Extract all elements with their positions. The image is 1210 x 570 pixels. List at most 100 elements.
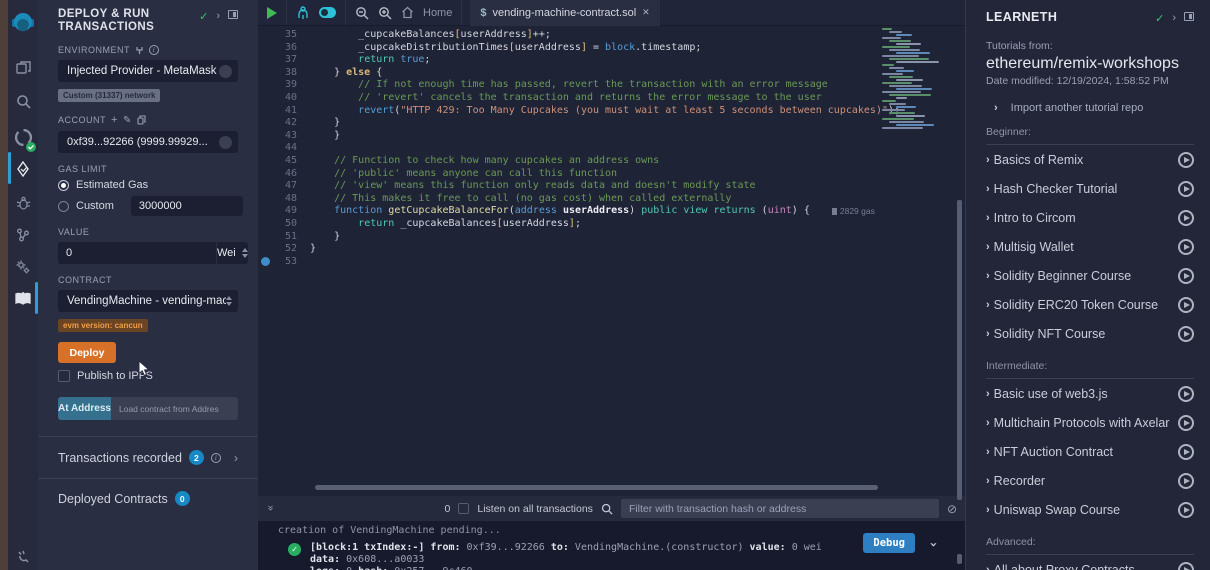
code-line[interactable]: 36 _cupcakeDistributionTimes[userAddress… xyxy=(258,42,965,55)
custom-gas-input[interactable] xyxy=(131,196,243,216)
line-number[interactable]: 53 xyxy=(258,256,310,269)
code-line[interactable]: 46 // 'public' means anyone can call thi… xyxy=(258,168,965,181)
play-tutorial-button[interactable] xyxy=(1178,239,1194,255)
line-number[interactable]: 36 xyxy=(258,42,310,55)
scrollbar-thumb[interactable] xyxy=(957,554,962,564)
play-tutorial-button[interactable] xyxy=(1178,386,1194,402)
walkthrough-icon[interactable] xyxy=(296,6,310,20)
publish-checkbox[interactable] xyxy=(58,370,70,382)
play-tutorial-button[interactable] xyxy=(1178,415,1194,431)
source-control-icon[interactable] xyxy=(8,222,38,248)
file-explorer-icon[interactable] xyxy=(8,54,38,80)
account-select[interactable]: 0xf39...92266 (9999.99929... xyxy=(58,131,238,153)
close-tab-icon[interactable]: ✕ xyxy=(642,7,650,18)
add-account-icon[interactable]: + xyxy=(111,114,118,126)
line-number[interactable]: 45 xyxy=(258,155,310,168)
tutorial-title[interactable]: Basics of Remix xyxy=(994,153,1084,167)
play-tutorial-button[interactable] xyxy=(1178,152,1194,168)
play-tutorial-button[interactable] xyxy=(1178,297,1194,313)
tutorial-item[interactable]: ›Multisig Wallet xyxy=(986,232,1194,261)
tutorial-item[interactable]: ›Uniswap Swap Course xyxy=(986,495,1194,524)
tutorial-item[interactable]: ›Hash Checker Tutorial xyxy=(986,174,1194,203)
tutorial-item[interactable]: ›NFT Auction Contract xyxy=(986,437,1194,466)
tutorial-title[interactable]: All about Proxy Contracts xyxy=(994,563,1135,570)
code-line[interactable]: 37 return true; xyxy=(258,54,965,67)
tutorial-title[interactable]: Recorder xyxy=(994,474,1045,488)
line-number[interactable]: 35 xyxy=(258,29,310,42)
line-number[interactable]: 42 xyxy=(258,117,310,130)
code-line[interactable]: 52} xyxy=(258,243,965,256)
tx-expand-icon[interactable]: › xyxy=(926,541,941,549)
code-line[interactable]: 53 xyxy=(258,256,965,269)
tutorial-title[interactable]: Intro to Circom xyxy=(994,211,1076,225)
code-line[interactable]: 50 return _cupcakeBalances[userAddress]; xyxy=(258,218,965,231)
value-unit-select[interactable]: Wei xyxy=(216,242,248,264)
line-number[interactable]: 48 xyxy=(258,193,310,206)
learneth-pin-icon[interactable] xyxy=(1184,12,1194,21)
code-line[interactable]: 40 // 'revert' cancels the transaction a… xyxy=(258,92,965,105)
tutorial-item[interactable]: ›Solidity Beginner Course xyxy=(986,261,1194,290)
code-line[interactable]: 48 // This makes it free to call (no gas… xyxy=(258,193,965,206)
code-line[interactable]: 38 } else { xyxy=(258,67,965,80)
toggle-icon[interactable] xyxy=(319,7,336,18)
environment-info-icon[interactable]: i xyxy=(149,45,159,55)
at-address-input[interactable] xyxy=(111,397,238,420)
value-input[interactable] xyxy=(58,242,216,264)
settings-icon[interactable] xyxy=(8,254,38,280)
learneth-collapse-icon[interactable]: › xyxy=(1172,12,1176,24)
clear-console-icon[interactable]: ⊘ xyxy=(947,502,957,516)
search-icon[interactable] xyxy=(8,88,38,114)
tutorial-title[interactable]: Multisig Wallet xyxy=(994,240,1074,254)
tutorial-item[interactable]: ›Recorder xyxy=(986,466,1194,495)
play-tutorial-button[interactable] xyxy=(1178,502,1194,518)
code-line[interactable]: 41 revert("HTTP 429: Too Many Cupcakes (… xyxy=(258,105,965,118)
estimated-gas-option[interactable]: Estimated Gas xyxy=(58,179,238,191)
transactions-recorded-row[interactable]: Transactions recorded 2 i › xyxy=(38,436,258,479)
code-line[interactable]: 42 } xyxy=(258,117,965,130)
play-tutorial-button[interactable] xyxy=(1178,562,1194,570)
line-number[interactable]: 47 xyxy=(258,180,310,193)
environment-select[interactable]: Injected Provider - MetaMask xyxy=(58,60,238,82)
deployed-contracts-row[interactable]: Deployed Contracts 0 xyxy=(38,479,258,518)
line-number[interactable]: 41 xyxy=(258,105,310,118)
plugin-manager-icon[interactable] xyxy=(8,544,38,570)
copy-account-icon[interactable] xyxy=(137,115,146,125)
run-script-icon[interactable] xyxy=(267,7,277,19)
expand-terminal-icon[interactable]: « xyxy=(265,506,276,511)
tutorial-title[interactable]: Uniswap Swap Course xyxy=(994,503,1120,517)
debug-button[interactable]: Debug xyxy=(863,533,915,553)
custom-gas-option[interactable]: Custom xyxy=(58,196,238,216)
code-line[interactable]: 49 function getCupcakeBalanceFor(address… xyxy=(258,205,965,218)
tutorial-item[interactable]: ›Multichain Protocols with Axelar xyxy=(986,408,1194,437)
line-number[interactable]: 39 xyxy=(258,79,310,92)
import-tutorial-repo[interactable]: › Import another tutorial repo xyxy=(994,102,1194,114)
tutorial-title[interactable]: Hash Checker Tutorial xyxy=(994,182,1118,196)
home-icon[interactable] xyxy=(401,6,414,19)
tutorial-item[interactable]: ›Solidity ERC20 Token Course xyxy=(986,290,1194,319)
tutorial-title[interactable]: Multichain Protocols with Axelar xyxy=(994,416,1170,430)
line-number[interactable]: 43 xyxy=(258,130,310,143)
zoom-out-icon[interactable] xyxy=(355,6,369,20)
tutorial-title[interactable]: Solidity Beginner Course xyxy=(994,269,1132,283)
at-address-button[interactable]: At Address xyxy=(58,397,111,420)
debugger-icon[interactable] xyxy=(8,190,38,216)
line-number[interactable]: 51 xyxy=(258,231,310,244)
learneth-book-icon[interactable] xyxy=(8,286,38,312)
line-number[interactable]: 52 xyxy=(258,243,310,256)
home-tab-label[interactable]: Home xyxy=(423,7,452,19)
code-line[interactable]: 43 } xyxy=(258,130,965,143)
listen-checkbox[interactable] xyxy=(458,503,469,514)
editor-minimap[interactable] xyxy=(882,28,935,130)
tutorial-item[interactable]: ›Intro to Circom xyxy=(986,203,1194,232)
code-line[interactable]: 44 xyxy=(258,142,965,155)
solidity-compiler-icon[interactable] xyxy=(8,122,38,152)
breakpoint-icon[interactable] xyxy=(261,257,270,266)
tutorial-title[interactable]: NFT Auction Contract xyxy=(994,445,1113,459)
plug-icon[interactable] xyxy=(135,46,144,55)
pin-to-side-icon[interactable] xyxy=(228,10,238,19)
radio-unselected-icon[interactable] xyxy=(58,201,69,212)
tutorial-item[interactable]: ›Basics of Remix xyxy=(986,145,1194,174)
tutorial-item[interactable]: ›All about Proxy Contracts xyxy=(986,555,1194,570)
file-tab[interactable]: $ vending-machine-contract.sol ✕ xyxy=(470,0,659,26)
code-line[interactable]: 35 _cupcakeBalances[userAddress]++; xyxy=(258,29,965,42)
